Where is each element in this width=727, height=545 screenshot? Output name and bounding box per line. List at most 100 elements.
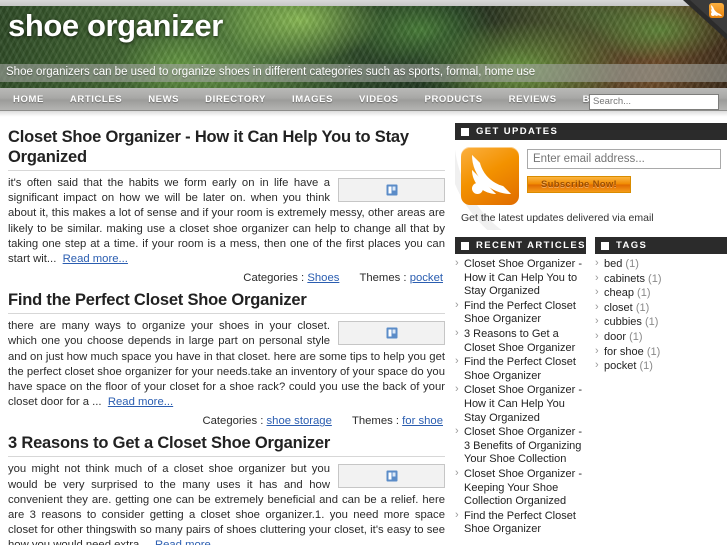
broken-image-icon — [386, 327, 397, 339]
square-bullet-icon — [461, 127, 469, 136]
widget-title: RECENT ARTICLES — [476, 240, 586, 251]
nav-item-articles[interactable]: ARTICLES — [57, 88, 135, 111]
tag-count: (1) — [637, 287, 651, 300]
recent-article-link[interactable]: Closet Shoe Organizer - How it Can Help … — [464, 384, 582, 423]
list-item[interactable]: Closet Shoe Organizer - How it Can Help … — [455, 257, 586, 299]
tag-link[interactable]: cheap — [604, 287, 634, 299]
list-item[interactable]: closet (1) — [595, 301, 727, 316]
rss-corner-ribbon[interactable] — [683, 0, 727, 40]
nav-item-reviews[interactable]: REVIEWS — [496, 88, 570, 111]
themes-label: Themes : — [359, 272, 407, 285]
widget-title: TAGS — [616, 240, 648, 251]
article-meta: Categories : shoe storage Themes : for s… — [8, 410, 445, 427]
broken-image-icon — [386, 470, 397, 482]
subscribe-button[interactable]: Subscribe Now! — [527, 176, 631, 193]
list-item[interactable]: cabinets (1) — [595, 272, 727, 287]
tag-count: (1) — [646, 345, 661, 358]
list-item[interactable]: cheap (1) — [595, 286, 727, 301]
recent-article-link[interactable]: Find the Perfect Closet Shoe Organizer — [464, 300, 576, 326]
list-item[interactable]: Find the Perfect Closet Shoe Organizer — [455, 355, 586, 383]
article-thumbnail-placeholder — [338, 321, 445, 346]
list-item[interactable]: door (1) — [595, 330, 727, 345]
tag-link[interactable]: closet — [604, 302, 633, 314]
square-bullet-icon — [461, 241, 469, 250]
article-title[interactable]: Closet Shoe Organizer - How it Can Help … — [8, 127, 445, 167]
categories-label: Categories : — [243, 272, 305, 285]
broken-image-icon — [386, 184, 397, 196]
article-item: Find the Perfect Closet Shoe Organizer t… — [8, 290, 445, 427]
article-thumbnail-placeholder — [338, 464, 445, 489]
recent-article-link[interactable]: Closet Shoe Organizer - 3 Benefits of Or… — [464, 426, 582, 465]
search-input[interactable] — [589, 93, 719, 110]
article-title[interactable]: 3 Reasons to Get a Closet Shoe Organizer — [8, 433, 445, 453]
article-title[interactable]: Find the Perfect Closet Shoe Organizer — [8, 290, 445, 310]
search-box — [589, 91, 719, 110]
recent-article-link[interactable]: Closet Shoe Organizer - How it Can Help … — [464, 258, 582, 297]
nav-item-videos[interactable]: VIDEOS — [346, 88, 412, 111]
nav-item-news[interactable]: NEWS — [135, 88, 192, 111]
list-item[interactable]: cubbies (1) — [595, 315, 727, 330]
subscribe-note: Get the latest updates delivered via ema… — [461, 212, 654, 224]
article-item: 3 Reasons to Get a Closet Shoe Organizer… — [8, 433, 445, 545]
widget-get-updates: GET UPDATES Subscribe Now! — [455, 123, 727, 230]
get-updates-row: Subscribe Now! — [461, 147, 721, 205]
nav-item-home[interactable]: HOME — [0, 88, 57, 111]
subscribe-form: Subscribe Now! — [527, 147, 721, 205]
site-title: shoe organizer — [8, 8, 223, 43]
header-top-strip — [0, 0, 727, 6]
rss-feed-icon[interactable] — [709, 3, 724, 18]
nav-item-directory[interactable]: DIRECTORY — [192, 88, 279, 111]
nav-item-images[interactable]: IMAGES — [279, 88, 346, 111]
article-body: it's often said that the habits we form … — [8, 176, 445, 267]
widget-recent-articles: RECENT ARTICLES Closet Shoe Organizer - … — [455, 237, 586, 538]
list-item[interactable]: Closet Shoe Organizer - 3 Benefits of Or… — [455, 425, 586, 467]
list-item[interactable]: Closet Shoe Organizer - How it Can Help … — [455, 383, 586, 425]
article-divider — [8, 456, 445, 458]
article-body: there are many ways to organize your sho… — [8, 319, 445, 410]
widget-title: GET UPDATES — [476, 126, 559, 137]
read-more-link[interactable]: Read more... — [155, 539, 220, 545]
list-item[interactable]: Closet Shoe Organizer - Keeping Your Sho… — [455, 467, 586, 509]
list-item[interactable]: Find the Perfect Closet Shoe Organizer — [455, 299, 586, 327]
list-item[interactable]: 3 Reasons to Get a Closet Shoe Organizer — [455, 327, 586, 355]
tag-link[interactable]: for shoe — [604, 346, 644, 358]
tag-count: (1) — [625, 258, 639, 270]
read-more-link[interactable]: Read more... — [108, 396, 173, 408]
nav-item-list: HOME ARTICLES NEWS DIRECTORY IMAGES VIDE… — [0, 88, 634, 111]
main-content-column: Closet Shoe Organizer - How it Can Help … — [0, 117, 455, 545]
recent-article-link[interactable]: 3 Reasons to Get a Closet Shoe Organizer — [464, 328, 575, 354]
article-divider — [8, 313, 445, 315]
recent-article-link[interactable]: Find the Perfect Closet Shoe Organizer — [464, 356, 576, 382]
get-updates-body: Subscribe Now! Get the latest updates de… — [455, 140, 727, 230]
tag-link[interactable]: bed — [604, 258, 622, 270]
list-item[interactable]: for shoe (1) — [595, 345, 727, 360]
category-link[interactable]: Shoes — [307, 272, 339, 284]
widget-header: GET UPDATES — [455, 123, 727, 140]
tag-count: (1) — [635, 301, 650, 314]
read-more-link[interactable]: Read more... — [63, 253, 128, 265]
tag-link[interactable]: pocket — [604, 360, 636, 372]
recent-article-link[interactable]: Find the Perfect Closet Shoe Organizer — [464, 510, 576, 536]
list-item[interactable]: bed (1) — [595, 257, 727, 272]
tag-link[interactable]: cubbies — [604, 316, 642, 328]
categories-label: Categories : — [202, 415, 264, 428]
tag-count: (1) — [629, 330, 643, 343]
list-item[interactable]: pocket (1) — [595, 359, 727, 374]
recent-article-link[interactable]: Closet Shoe Organizer - Keeping Your Sho… — [464, 468, 582, 507]
page-root: shoe organizer Shoe organizers can be us… — [0, 0, 727, 545]
category-link[interactable]: shoe storage — [267, 415, 332, 427]
article-meta: Categories : Shoes Themes : pocket — [8, 267, 445, 284]
theme-link[interactable]: for shoe — [402, 415, 443, 427]
sidebar-lower-row: RECENT ARTICLES Closet Shoe Organizer - … — [455, 237, 727, 538]
tag-link[interactable]: door — [604, 331, 626, 343]
page-body: Closet Shoe Organizer - How it Can Help … — [0, 117, 727, 545]
email-field[interactable] — [527, 149, 721, 169]
list-item[interactable]: Find the Perfect Closet Shoe Organizer — [455, 509, 586, 537]
tag-link[interactable]: cabinets — [604, 273, 645, 285]
article-item: Closet Shoe Organizer - How it Can Help … — [8, 127, 445, 284]
sidebar: GET UPDATES Subscribe Now! — [455, 117, 727, 538]
square-bullet-icon — [601, 241, 609, 250]
themes-label: Themes : — [351, 415, 400, 428]
theme-link[interactable]: pocket — [410, 272, 443, 284]
nav-item-products[interactable]: PRODUCTS — [412, 88, 496, 111]
